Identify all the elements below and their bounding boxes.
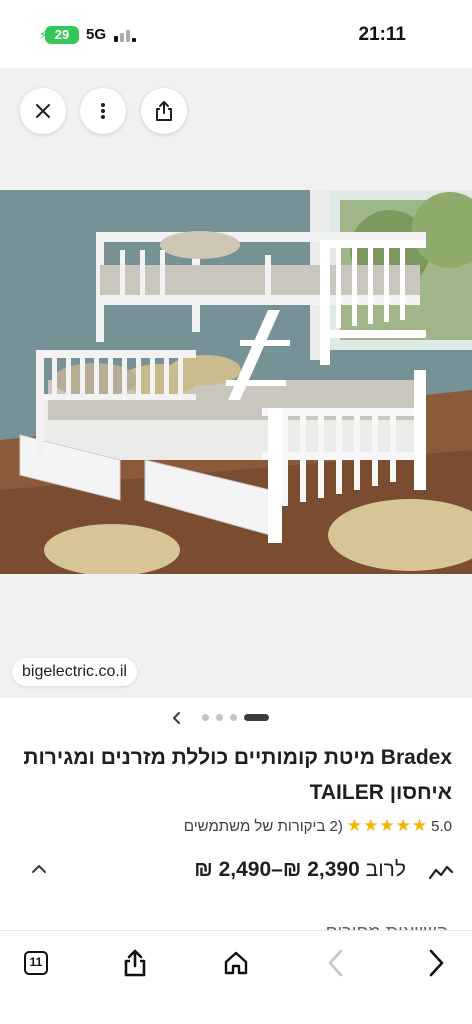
share-page-button[interactable]	[115, 943, 155, 983]
product-image[interactable]	[0, 190, 472, 574]
source-link[interactable]: bigelectric.co.il	[12, 658, 137, 686]
back-button[interactable]	[316, 943, 356, 983]
image-carousel-indicator	[0, 708, 472, 728]
clock: 21:11	[358, 24, 406, 45]
tabs-button[interactable]: 11	[16, 943, 56, 983]
chevron-left-icon[interactable]	[170, 708, 184, 728]
forward-button[interactable]	[416, 943, 456, 983]
share-icon	[124, 949, 146, 977]
price-prefix: לרוב	[365, 858, 406, 881]
share-button[interactable]	[141, 88, 187, 134]
price-value: 2,390 ₪–2,490 ₪	[194, 858, 360, 881]
status-bar: ⚡ 29 5G 21:11	[0, 0, 472, 68]
rating-score: 5.0	[431, 817, 452, 835]
star-icon: ★	[363, 816, 379, 835]
close-button[interactable]	[20, 88, 66, 134]
more-vertical-icon	[101, 103, 105, 119]
tabs-icon: 11	[24, 951, 48, 975]
more-options-button[interactable]	[80, 88, 126, 134]
image-viewer: bigelectric.co.il	[0, 68, 472, 698]
star-icon: ★	[395, 816, 411, 835]
reviews-link[interactable]: (2 ביקורות של משתמשים	[184, 818, 343, 835]
carousel-dot-active	[244, 714, 269, 721]
browser-toolbar: 11	[0, 930, 472, 1024]
charging-icon: ⚡	[39, 28, 48, 42]
share-icon	[156, 101, 172, 121]
rating-stars: ★ ★ ★ ★ ★	[346, 816, 427, 836]
forward-icon	[429, 949, 444, 977]
product-title: Bradex מיטת קומותיים כוללת מזרנים ומגירו…	[23, 746, 452, 804]
home-button[interactable]	[216, 943, 256, 983]
home-icon	[224, 951, 248, 975]
carousel-dot[interactable]	[230, 714, 237, 721]
chevron-up-icon[interactable]	[30, 862, 48, 876]
back-icon	[328, 949, 343, 977]
price-range: לרוב 2,390 ₪–2,490 ₪	[194, 858, 406, 882]
price-row: לרוב 2,390 ₪–2,490 ₪	[0, 852, 472, 892]
battery-indicator: ⚡ 29	[39, 26, 79, 44]
carousel-dot[interactable]	[202, 714, 209, 721]
price-trend-icon	[428, 865, 454, 880]
signal-icon	[114, 28, 138, 42]
star-icon: ★	[379, 816, 395, 835]
rating-row[interactable]: 5.0 ★ ★ ★ ★ ★ (2 ביקורות של משתמשים	[184, 816, 452, 836]
bunk-bed-photo	[0, 190, 472, 574]
star-icon: ★	[411, 816, 428, 835]
close-icon	[36, 104, 50, 118]
carousel-dot[interactable]	[216, 714, 223, 721]
network-type: 5G	[86, 26, 107, 43]
battery-level: 29	[54, 27, 70, 42]
star-icon: ★	[346, 816, 363, 835]
